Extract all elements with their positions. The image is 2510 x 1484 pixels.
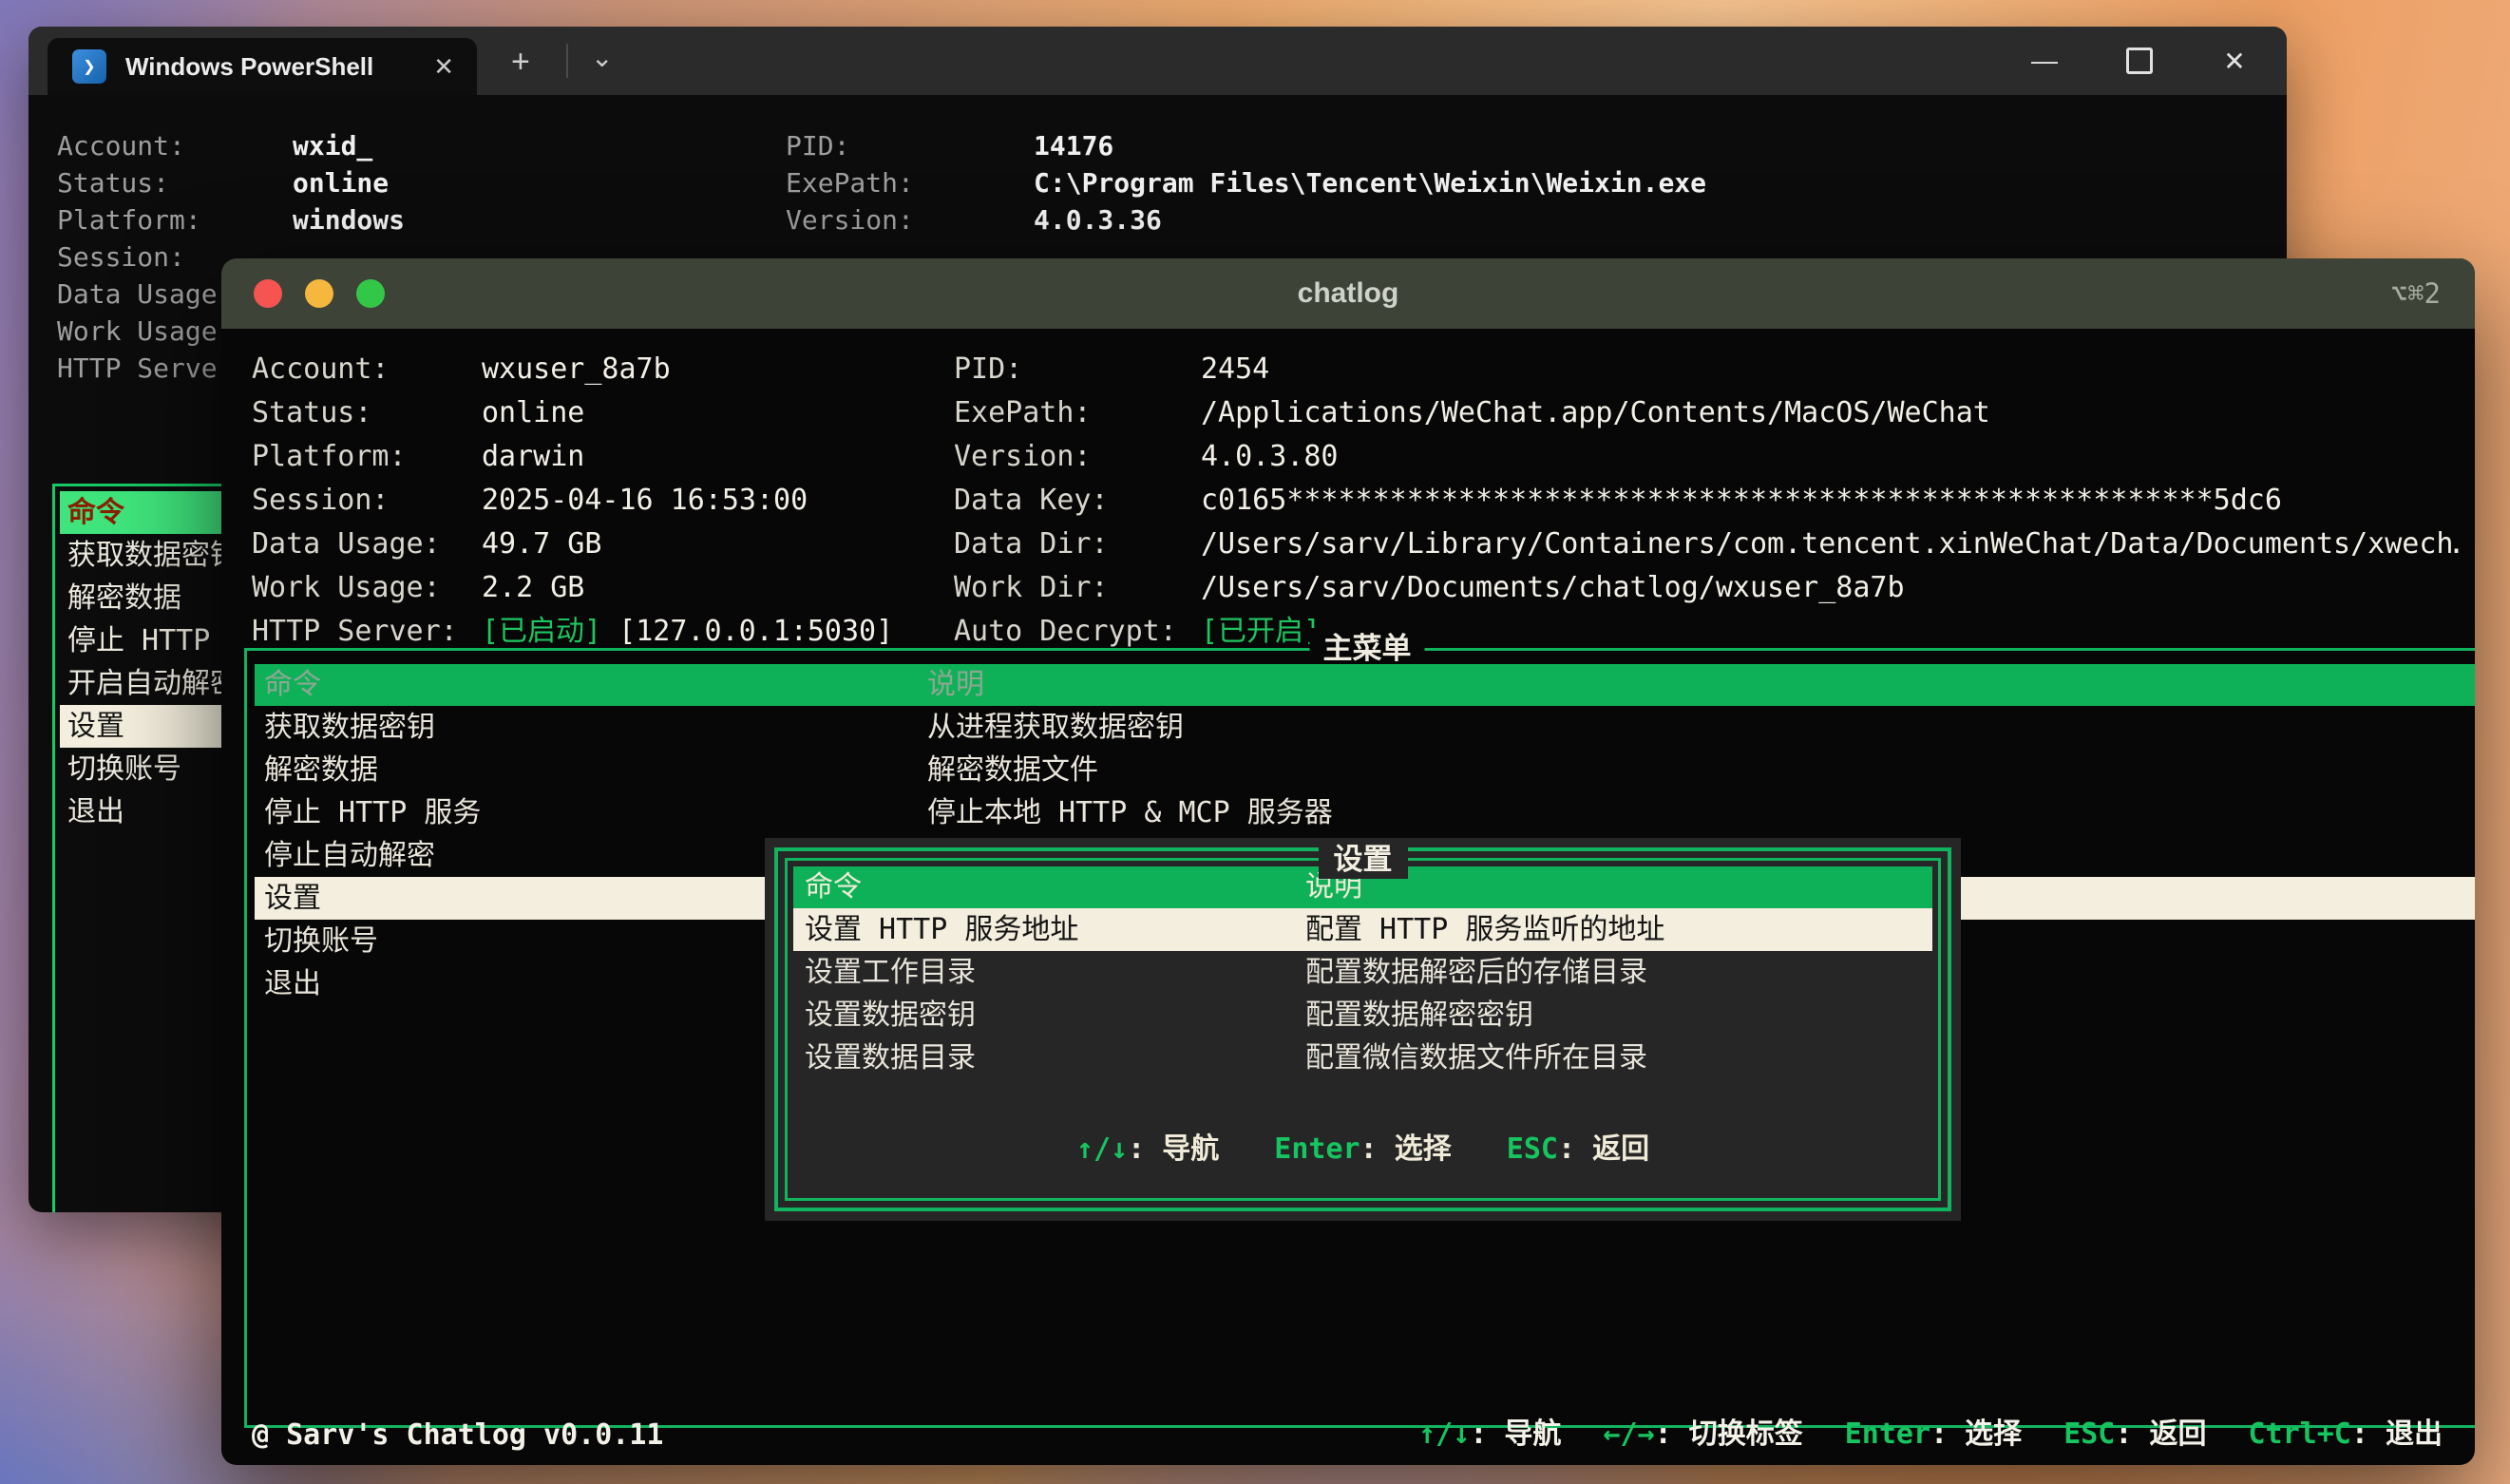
cl-info-row: Data Usage: 49.7 GB Data Dir:/Users/sarv/… bbox=[252, 527, 2460, 561]
cl-info-row: Status: online ExePath:/Applications/WeCh… bbox=[252, 396, 1990, 429]
tab-title: Windows PowerShell bbox=[125, 51, 374, 81]
ps-info-row: Account: wxid_ PID: 14176 bbox=[57, 130, 1114, 162]
window-shortcut-badge: ⌥⌘2 bbox=[2390, 277, 2441, 310]
settings-dialog-title: 设置 bbox=[1318, 841, 1408, 879]
main-menu-row[interactable]: 获取数据密钥 从进程获取数据密钥 bbox=[255, 706, 2475, 749]
main-menu-row[interactable]: 停止 HTTP 服务 停止本地 HTTP & MCP 服务器 bbox=[255, 791, 2475, 834]
dialog-row-selected[interactable]: 设置 HTTP 服务地址 配置 HTTP 服务监听的地址 bbox=[793, 908, 1932, 951]
settings-dialog: 设置 命令 说明 设置 HTTP 服务地址 配置 HTTP 服务监听的地址 设置… bbox=[765, 838, 1961, 1221]
chatlog-window: chatlog ⌥⌘2 Account: wxuser_8a7b PID: 2454… bbox=[221, 258, 2475, 1465]
chatlog-title-bar: chatlog ⌥⌘2 bbox=[221, 258, 2475, 329]
maximize-button[interactable] bbox=[2120, 48, 2159, 74]
dialog-row[interactable]: 设置工作目录 配置数据解密后的存储目录 bbox=[793, 951, 1932, 994]
cl-info-row: Work Usage: 2.2 GB Work Dir:/Users/sarv/D… bbox=[252, 571, 1905, 604]
cl-info-row: Account: wxuser_8a7b PID: 2454 bbox=[252, 352, 1270, 386]
main-menu-header: 命令 说明 bbox=[255, 664, 2475, 706]
window-controls: — ✕ bbox=[2025, 27, 2254, 95]
cl-info-row: Session: 2025-04-16 16:53:00 Data Key: c01… bbox=[252, 484, 2282, 517]
ps-info-row: Status: online ExePath: C:\Program Files\T… bbox=[57, 167, 1707, 199]
close-button[interactable]: ✕ bbox=[2215, 46, 2254, 77]
main-menu-row[interactable]: 解密数据 解密数据文件 bbox=[255, 749, 2475, 791]
dialog-row[interactable]: 设置数据目录 配置微信数据文件所在目录 bbox=[793, 1037, 1932, 1079]
tab-separator bbox=[566, 44, 568, 78]
tab-close-icon[interactable]: ✕ bbox=[433, 52, 454, 82]
statusbar-key-hints: ↑/↓: 导航 ←/→: 切换标签 Enter: 选择 ESC: 返回 Ctrl… bbox=[1418, 1417, 2443, 1451]
maximize-icon bbox=[2126, 48, 2153, 74]
minimize-button[interactable]: — bbox=[2025, 46, 2064, 76]
powershell-icon: ❯ bbox=[72, 49, 106, 84]
statusbar-app-version: @ Sarv's Chatlog v0.0.11 bbox=[252, 1418, 664, 1452]
powershell-tab-bar: ❯ Windows PowerShell ✕ + ⌄ — ✕ bbox=[29, 27, 2287, 95]
new-tab-button[interactable]: + bbox=[511, 44, 530, 81]
tab-windows-powershell[interactable]: ❯ Windows PowerShell ✕ bbox=[48, 38, 477, 95]
dialog-row[interactable]: 设置数据密钥 配置数据解密密钥 bbox=[793, 994, 1932, 1037]
ps-info-row: Platform: windows Version: 4.0.3.36 bbox=[57, 204, 1162, 236]
dialog-key-hints: ↑/↓: 导航 Enter: 选择 ESC: 返回 bbox=[1075, 1132, 1650, 1166]
cl-info-row: Platform: darwin Version: 4.0.3.80 bbox=[252, 440, 1339, 473]
window-title: chatlog bbox=[1297, 277, 1399, 309]
tab-dropdown-icon[interactable]: ⌄ bbox=[591, 42, 613, 73]
chatlog-info-section: Account: wxuser_8a7b PID: 2454 Status: onli… bbox=[252, 348, 2460, 654]
